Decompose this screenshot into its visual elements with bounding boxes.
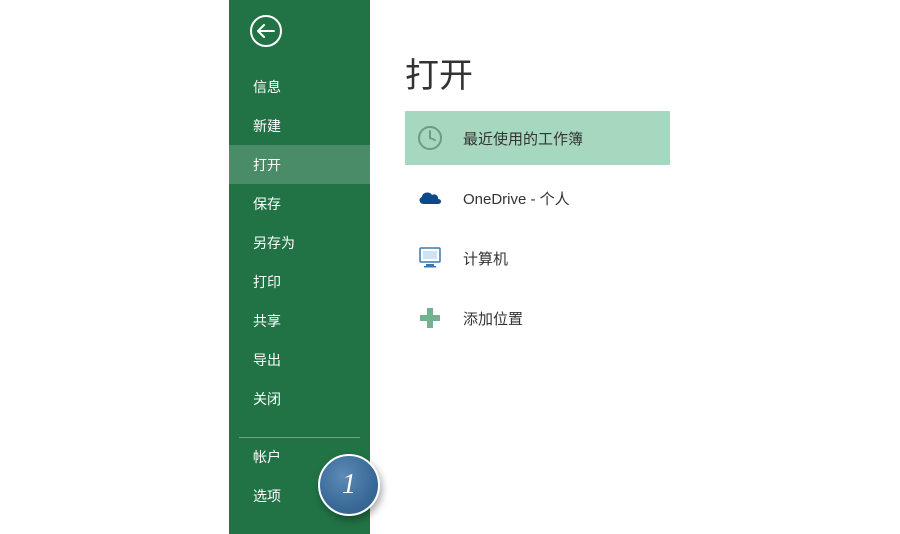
open-panel: 打开 最近使用的工作簿 OneDrive - 个人: [370, 0, 900, 534]
page-title: 打开: [405, 48, 473, 97]
back-button[interactable]: [250, 15, 282, 47]
nav-save[interactable]: 保存: [229, 184, 370, 223]
nav-label: 信息: [253, 77, 281, 97]
step-annotation-1: 1: [318, 454, 380, 516]
nav-open[interactable]: 打开: [229, 145, 370, 184]
nav-label: 新建: [253, 116, 281, 136]
nav-label: 打印: [253, 272, 281, 292]
nav-label: 导出: [253, 350, 281, 370]
loc-computer[interactable]: 计算机: [405, 231, 670, 285]
nav-close[interactable]: 关闭: [229, 379, 370, 418]
nav-export[interactable]: 导出: [229, 340, 370, 379]
plus-icon: [415, 307, 445, 329]
loc-onedrive[interactable]: OneDrive - 个人: [405, 171, 670, 225]
nav-share[interactable]: 共享: [229, 301, 370, 340]
nav-label: 共享: [253, 311, 281, 331]
loc-recent[interactable]: 最近使用的工作簿: [405, 111, 670, 165]
annotation-label: 1: [342, 469, 356, 501]
loc-label: 添加位置: [463, 308, 523, 329]
backstage-view: 信息 新建 打开 保存 另存为 打印 共享 导出 关闭 帐户 选项 打开: [229, 0, 900, 534]
nav-label: 选项: [253, 486, 281, 506]
loc-add-place[interactable]: 添加位置: [405, 291, 670, 345]
loc-label: OneDrive - 个人: [463, 188, 570, 209]
open-locations: 最近使用的工作簿 OneDrive - 个人: [405, 111, 670, 351]
arrow-left-icon: [257, 24, 275, 38]
cloud-icon: [415, 188, 445, 208]
computer-icon: [415, 246, 445, 270]
nav-label: 另存为: [253, 233, 295, 253]
loc-label: 计算机: [463, 248, 508, 269]
nav-print[interactable]: 打印: [229, 262, 370, 301]
backstage-nav: 信息 新建 打开 保存 另存为 打印 共享 导出 关闭: [229, 67, 370, 418]
nav-label: 打开: [253, 155, 281, 175]
clock-icon: [415, 125, 445, 151]
nav-saveas[interactable]: 另存为: [229, 223, 370, 262]
nav-info[interactable]: 信息: [229, 67, 370, 106]
loc-label: 最近使用的工作簿: [463, 128, 583, 149]
nav-label: 保存: [253, 194, 281, 214]
nav-new[interactable]: 新建: [229, 106, 370, 145]
nav-label: 帐户: [253, 447, 281, 467]
nav-label: 关闭: [253, 389, 281, 409]
